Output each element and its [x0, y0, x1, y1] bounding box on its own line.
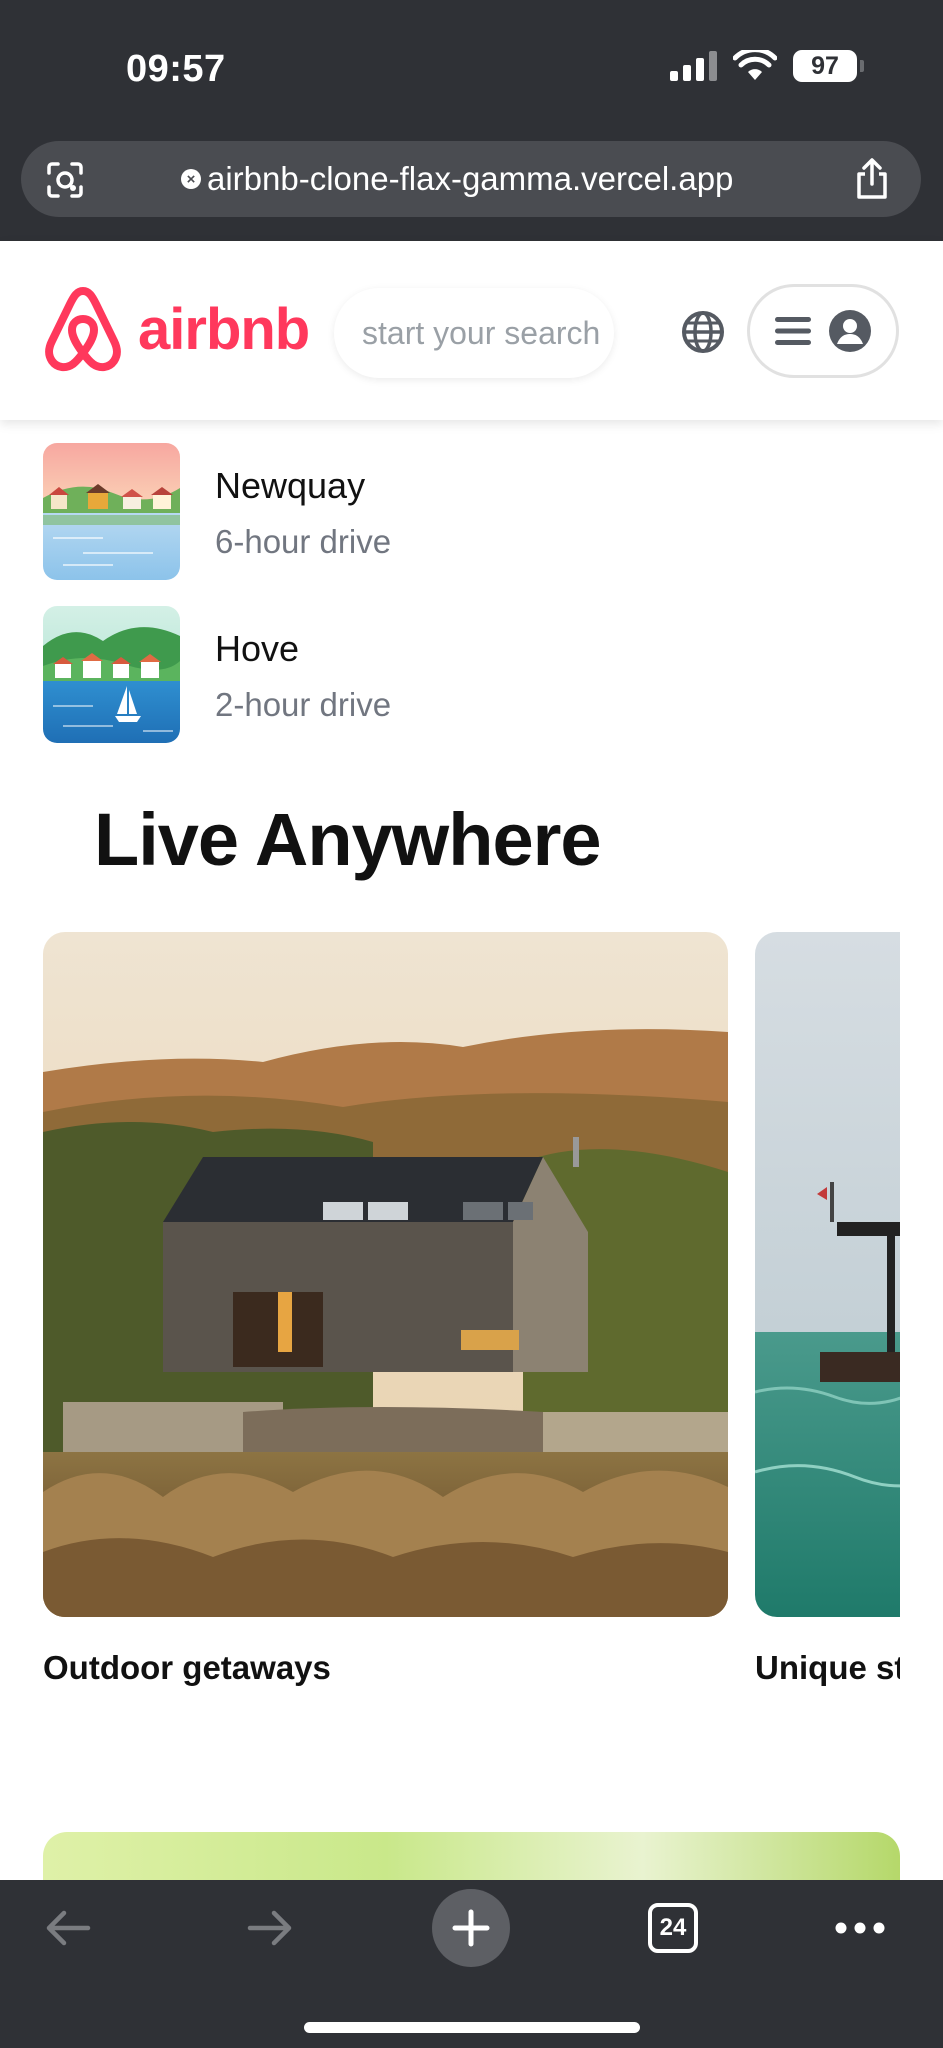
hamburger-icon — [775, 317, 811, 345]
battery-indicator: 97 — [793, 50, 864, 82]
tab-switcher-button[interactable]: 24 — [646, 1880, 700, 1976]
status-icons: 97 — [670, 50, 864, 82]
live-anywhere-carousel[interactable]: Outdoor getaways Unique st — [0, 932, 943, 1692]
more-icon — [835, 1922, 885, 1934]
back-icon — [46, 1910, 91, 1946]
search-placeholder: start your search — [362, 314, 601, 351]
search-input[interactable]: start your search — [334, 288, 614, 378]
signal-icon — [670, 51, 717, 81]
user-menu-button[interactable] — [747, 284, 899, 378]
status-time: 09:57 — [126, 48, 226, 90]
clear-icon[interactable]: × — [181, 169, 201, 189]
destination-distance: 2-hour drive — [215, 686, 392, 723]
forward-button[interactable] — [240, 1880, 300, 1976]
logo-text: airbnb — [138, 296, 310, 362]
destination-thumbnail — [43, 443, 180, 580]
lens-icon[interactable] — [45, 161, 85, 199]
browser-bottom-toolbar: 24 — [0, 1880, 943, 2048]
card-image — [43, 932, 728, 1617]
destination-thumbnail — [43, 606, 180, 743]
section-title: Live Anywhere — [94, 798, 602, 881]
category-card-unique[interactable]: Unique stays — [755, 932, 900, 1692]
airbnb-logo-icon — [45, 287, 121, 372]
card-title: Unique stays — [755, 1649, 900, 1686]
nearby-item-newquay[interactable]: Newquay 6-hour drive — [43, 443, 391, 580]
site-header: airbnb start your search — [0, 241, 943, 420]
card-image — [755, 932, 900, 1617]
wifi-icon — [733, 50, 777, 80]
destination-name: Hove — [215, 628, 300, 669]
new-tab-button[interactable] — [432, 1880, 510, 1976]
forward-icon — [247, 1910, 292, 1946]
card-title: Outdoor getaways — [43, 1649, 331, 1686]
tabs-icon: 24 — [648, 1903, 698, 1953]
back-button[interactable] — [38, 1880, 98, 1976]
airbnb-logo[interactable]: airbnb — [42, 285, 310, 373]
url-text[interactable]: airbnb-clone-flax-gamma.vercel.app — [207, 160, 733, 198]
more-menu-button[interactable] — [832, 1880, 888, 1976]
address-bar[interactable]: × airbnb-clone-flax-gamma.vercel.app — [21, 141, 921, 217]
category-card-outdoor[interactable]: Outdoor getaways — [43, 932, 728, 1687]
destination-name: Newquay — [215, 465, 366, 506]
new-tab-icon — [452, 1909, 490, 1947]
destination-distance: 6-hour drive — [215, 523, 392, 560]
nearby-item-hove[interactable]: Hove 2-hour drive — [43, 606, 391, 743]
browser-top-bar: 09:57 97 × airbnb-clone-flax-gamma.verce… — [0, 0, 943, 241]
home-indicator — [304, 2022, 640, 2033]
globe-icon[interactable] — [680, 309, 726, 355]
user-avatar-icon — [829, 310, 871, 352]
share-icon[interactable] — [853, 158, 891, 200]
